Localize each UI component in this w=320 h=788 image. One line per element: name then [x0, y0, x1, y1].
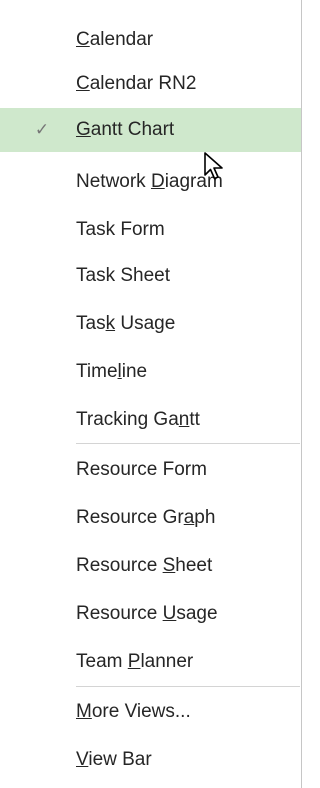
menu-separator — [76, 686, 300, 687]
views-menu: Calendar Calendar RN2 ✓ Gantt Chart Netw… — [0, 0, 302, 788]
checkmark-icon: ✓ — [34, 120, 50, 139]
menu-item-tracking-gantt[interactable]: Tracking Gantt — [0, 398, 301, 442]
menu-item-task-sheet[interactable]: Task Sheet — [0, 254, 301, 298]
menu-item-label: Timeline — [76, 361, 148, 382]
menu-item-label: Network Diagram — [76, 171, 223, 192]
menu-item-label: Resource Graph — [76, 507, 216, 528]
menu-item-label: Resource Sheet — [76, 555, 213, 576]
menu-item-label: View Bar — [76, 749, 152, 770]
menu-item-calendar-rn2[interactable]: Calendar RN2 — [0, 62, 301, 106]
menu-item-resource-graph[interactable]: Resource Graph — [0, 496, 301, 540]
menu-item-label: Team Planner — [76, 651, 194, 672]
menu-item-resource-form[interactable]: Resource Form — [0, 448, 301, 492]
menu-item-calendar[interactable]: Calendar — [0, 18, 301, 62]
menu-item-resource-sheet[interactable]: Resource Sheet — [0, 544, 301, 588]
menu-item-resource-usage[interactable]: Resource Usage — [0, 592, 301, 636]
menu-item-label: Resource Form — [76, 459, 207, 480]
menu-item-view-bar[interactable]: View Bar — [0, 738, 301, 782]
menu-item-label: Gantt Chart — [76, 119, 175, 140]
menu-item-label: Calendar RN2 — [76, 73, 197, 94]
menu-item-task-usage[interactable]: Task Usage — [0, 302, 301, 346]
menu-item-label: Task Usage — [76, 313, 176, 334]
menu-item-gantt-chart[interactable]: ✓ Gantt Chart — [0, 108, 301, 152]
menu-item-more-views[interactable]: More Views... — [0, 690, 301, 734]
menu-item-task-form[interactable]: Task Form — [0, 208, 301, 252]
menu-item-label: Resource Usage — [76, 603, 218, 624]
menu-separator — [76, 443, 300, 444]
menu-item-network-diagram[interactable]: Network Diagram — [0, 160, 301, 204]
menu-item-label: Tracking Gantt — [76, 409, 200, 430]
menu-item-label: Calendar — [76, 29, 154, 50]
menu-item-timeline[interactable]: Timeline — [0, 350, 301, 394]
menu-item-label: More Views... — [76, 701, 191, 722]
menu-item-label: Task Form — [76, 219, 165, 240]
menu-item-label: Task Sheet — [76, 265, 170, 286]
menu-item-team-planner[interactable]: Team Planner — [0, 640, 301, 684]
